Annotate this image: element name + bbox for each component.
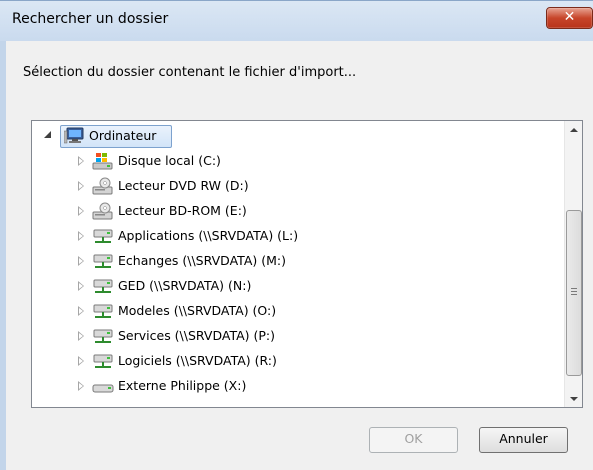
dialog-body: Sélection du dossier contenant le fichie… (0, 41, 593, 470)
tree-item-label: Disque local (C:) (118, 153, 221, 168)
tree-item-label: Externe Philippe (X:) (118, 378, 247, 393)
tree-item-r[interactable]: Logiciels (\\SRVDATA) (R:) (32, 350, 562, 374)
collapsed-arrow-icon[interactable] (78, 381, 84, 391)
title-bar: Rechercher un dossier ✕ (0, 0, 593, 42)
scroll-down-icon[interactable] (565, 390, 582, 407)
close-button[interactable]: ✕ (546, 7, 593, 29)
optical-drive-icon (92, 177, 113, 195)
collapsed-arrow-icon[interactable] (78, 206, 84, 216)
tree-item-label: Lecteur DVD RW (D:) (118, 178, 249, 193)
dialog-description: Sélection du dossier contenant le fichie… (23, 65, 357, 80)
scrollbar-thumb[interactable] (566, 210, 582, 376)
tree-item-c[interactable]: Disque local (C:) (32, 150, 562, 174)
tree-item-label: Modeles (\\SRVDATA) (O:) (118, 303, 277, 318)
optical-drive-icon (92, 202, 113, 220)
collapsed-arrow-icon[interactable] (78, 331, 84, 341)
tree-item-label: GED (\\SRVDATA) (N:) (118, 278, 252, 293)
collapsed-arrow-icon[interactable] (78, 181, 84, 191)
tree-item-label: Services (\\SRVDATA) (P:) (118, 328, 276, 343)
collapsed-arrow-icon[interactable] (78, 306, 84, 316)
removable-drive-icon (92, 384, 114, 393)
scroll-up-icon[interactable] (565, 121, 582, 138)
computer-icon (64, 127, 84, 144)
collapsed-arrow-icon[interactable] (78, 231, 84, 241)
tree-item-o[interactable]: Modeles (\\SRVDATA) (O:) (32, 300, 562, 324)
network-drive-icon (93, 304, 113, 318)
collapsed-arrow-icon[interactable] (78, 356, 84, 366)
folder-tree[interactable]: Ordinateur Disque local (C:) Lecteur DVD… (31, 120, 583, 408)
grip-line (571, 294, 577, 295)
network-drive-icon (93, 254, 113, 268)
grip-line (571, 288, 577, 289)
tree-item-e[interactable]: Lecteur BD-ROM (E:) (32, 200, 562, 224)
tree-item-m[interactable]: Echanges (\\SRVDATA) (M:) (32, 250, 562, 274)
cancel-button[interactable]: Annuler (479, 427, 568, 453)
tree-item-label: Ordinateur (89, 128, 157, 143)
window-title: Rechercher un dossier (12, 11, 169, 27)
collapsed-arrow-icon[interactable] (78, 281, 84, 291)
windows-drive-icon (92, 153, 113, 170)
tree-item-label: Lecteur BD-ROM (E:) (118, 203, 247, 218)
collapsed-arrow-icon[interactable] (78, 156, 84, 166)
tree-item-label: Echanges (\\SRVDATA) (M:) (118, 253, 286, 268)
collapsed-arrow-icon[interactable] (78, 256, 84, 266)
grip-line (571, 291, 577, 292)
window-border (0, 41, 6, 470)
network-drive-icon (93, 279, 113, 293)
network-drive-icon (93, 229, 113, 243)
expanded-arrow-icon[interactable] (44, 131, 51, 138)
tree-item-ordinateur[interactable]: Ordinateur (32, 125, 562, 149)
network-drive-icon (93, 354, 113, 368)
close-icon: ✕ (563, 9, 576, 25)
tree-item-n[interactable]: GED (\\SRVDATA) (N:) (32, 275, 562, 299)
tree-item-d[interactable]: Lecteur DVD RW (D:) (32, 175, 562, 199)
tree-item-x[interactable]: Externe Philippe (X:) (32, 375, 562, 399)
vertical-scrollbar[interactable] (564, 121, 582, 407)
network-drive-icon (93, 329, 113, 343)
tree-item-label: Logiciels (\\SRVDATA) (R:) (118, 353, 277, 368)
tree-item-l[interactable]: Applications (\\SRVDATA) (L:) (32, 225, 562, 249)
ok-button[interactable]: OK (369, 427, 458, 453)
tree-item-label: Applications (\\SRVDATA) (L:) (118, 228, 299, 243)
tree-item-p[interactable]: Services (\\SRVDATA) (P:) (32, 325, 562, 349)
